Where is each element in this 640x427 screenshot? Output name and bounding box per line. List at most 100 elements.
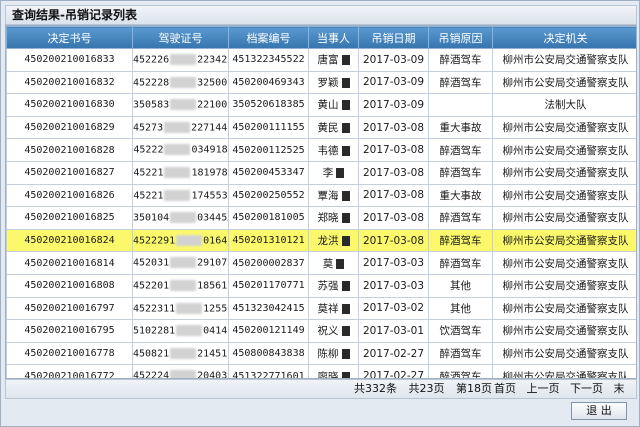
result-window: 查询结果-吊销记录列表 决定书号 驾驶证号 档案编号 当事人 吊销日期 吊销原因… bbox=[0, 0, 640, 427]
pager-info: 共332条 共23页 第18页 bbox=[354, 380, 500, 398]
date-cell: 2017-03-08 bbox=[358, 138, 429, 162]
revocation-grid: 决定书号 驾驶证号 档案编号 当事人 吊销日期 吊销原因 决定机关 450200… bbox=[5, 25, 637, 379]
license-suffix: 3250034 bbox=[197, 77, 228, 89]
license-suffix: 03445X bbox=[197, 212, 228, 224]
license-no-cell: 45273 2271440 bbox=[132, 115, 229, 140]
table-row[interactable]: 4502002100167955102281 041413450200121149… bbox=[6, 319, 636, 343]
party-cell: 覃海 bbox=[308, 183, 359, 208]
decision-no-cell: 450200210016833 bbox=[6, 48, 133, 72]
next-page-link[interactable]: 下一页 bbox=[570, 382, 603, 395]
redaction-blur bbox=[176, 234, 203, 246]
redaction-blur bbox=[170, 257, 197, 269]
date-cell: 2017-03-08 bbox=[358, 183, 429, 208]
license-no-cell: 450821 214515 bbox=[132, 341, 229, 366]
reason-cell: 重大事故 bbox=[428, 115, 493, 140]
column-header-decision-no[interactable]: 决定书号 bbox=[6, 26, 133, 49]
redaction-block bbox=[341, 303, 350, 314]
column-header-date[interactable]: 吊销日期 bbox=[358, 26, 429, 49]
table-row[interactable]: 4502002100167974522311 12556451323042415 莫… bbox=[6, 296, 636, 321]
license-suffix: 2271440 bbox=[191, 122, 228, 134]
reason-cell: 醉酒驾车 bbox=[428, 70, 493, 95]
table-row[interactable]: 450200210016772452224 204039451322771601 廖… bbox=[6, 364, 636, 379]
authority-cell: 柳州市公安局交通警察支队 bbox=[492, 206, 636, 230]
file-no-cell: 451323042415 bbox=[228, 296, 309, 321]
table-row[interactable]: 450200210016808452201 185611450201170771 苏… bbox=[6, 273, 636, 298]
redaction-block bbox=[341, 213, 350, 224]
license-suffix: 185611 bbox=[197, 280, 228, 292]
reason-cell: 重大事故 bbox=[428, 183, 493, 208]
file-no-cell: 450200112525 bbox=[228, 138, 309, 162]
redaction-block bbox=[336, 258, 345, 269]
authority-cell: 柳州市公安局交通警察支队 bbox=[492, 70, 636, 95]
file-no-cell: 450201170771 bbox=[228, 273, 309, 298]
license-prefix: 45222 bbox=[133, 144, 164, 156]
license-no-cell: 452224 204039 bbox=[132, 364, 229, 379]
date-cell: 2017-03-02 bbox=[358, 296, 429, 321]
license-suffix: 034918 bbox=[191, 144, 228, 156]
table-row[interactable]: 450200210016830350583 221003X350520618385… bbox=[6, 93, 636, 117]
column-header-file-no[interactable]: 档案编号 bbox=[228, 26, 309, 49]
reason-cell: 其他 bbox=[428, 273, 493, 298]
authority-cell: 柳州市公安局交通警察支队 bbox=[492, 296, 636, 321]
reason-cell: 醉酒驾车 bbox=[428, 341, 493, 366]
file-no-cell: 450201310121 bbox=[228, 228, 309, 253]
authority-cell: 柳州市公安局交通警察支队 bbox=[492, 48, 636, 72]
table-row[interactable]: 450200210016828 45222 034918 450200112525 韦德… bbox=[6, 138, 636, 162]
file-no-cell: 450200111155 bbox=[228, 115, 309, 140]
table-row[interactable]: 450200210016826 45221 174553 450200250552 覃海… bbox=[6, 183, 636, 208]
license-no-cell: 4522311 12556 bbox=[132, 296, 229, 321]
license-prefix: 350104 bbox=[133, 212, 170, 224]
redaction-block bbox=[341, 236, 350, 247]
table-row[interactable]: 4502002100168244522291 016414450201310121… bbox=[6, 228, 636, 253]
column-header-license-no[interactable]: 驾驶证号 bbox=[132, 26, 229, 49]
license-no-cell: 350104 03445X bbox=[132, 206, 229, 230]
redaction-blur bbox=[170, 212, 197, 224]
authority-cell: 柳州市公安局交通警察支队 bbox=[492, 341, 636, 366]
table-row[interactable]: 450200210016833452226 2234232451322345522… bbox=[6, 48, 636, 72]
decision-no-cell: 450200210016825 bbox=[6, 206, 133, 230]
party-cell: 莫 bbox=[308, 251, 359, 275]
table-row[interactable]: 450200210016814452031 291073450200002837 莫… bbox=[6, 251, 636, 275]
file-no-cell: 450200453347 bbox=[228, 160, 309, 185]
exit-button[interactable]: 退 出 bbox=[571, 402, 627, 420]
table-row[interactable]: 450200210016778450821 214515450800843838 陈… bbox=[6, 341, 636, 366]
date-cell: 2017-03-03 bbox=[358, 251, 429, 275]
decision-no-cell: 450200210016832 bbox=[6, 70, 133, 95]
license-no-cell: 452201 185611 bbox=[132, 273, 229, 298]
license-suffix: 174553 bbox=[191, 190, 228, 202]
table-row[interactable]: 450200210016825350104 03445X450200181005 郑… bbox=[6, 206, 636, 230]
column-header-reason[interactable]: 吊销原因 bbox=[428, 26, 493, 49]
party-cell: 韦德 bbox=[308, 138, 359, 162]
party-name: 郑晓 bbox=[317, 212, 339, 225]
prev-page-link[interactable]: 上一页 bbox=[527, 382, 560, 395]
license-prefix: 452226 bbox=[133, 54, 170, 66]
license-prefix: 4522311 bbox=[133, 303, 176, 315]
license-suffix: 291073 bbox=[197, 257, 228, 269]
date-cell: 2017-03-08 bbox=[358, 160, 429, 185]
party-name: 罗颖 bbox=[317, 76, 339, 89]
column-header-party[interactable]: 当事人 bbox=[308, 26, 359, 49]
license-prefix: 45273 bbox=[133, 122, 164, 134]
redaction-block bbox=[341, 100, 350, 111]
date-cell: 2017-02-27 bbox=[358, 364, 429, 378]
column-header-authority[interactable]: 决定机关 bbox=[492, 26, 636, 49]
date-cell: 2017-03-03 bbox=[358, 273, 429, 298]
date-cell: 2017-03-09 bbox=[358, 93, 429, 117]
license-prefix: 4522291 bbox=[133, 235, 176, 247]
decision-no-cell: 450200210016797 bbox=[6, 296, 133, 321]
date-cell: 2017-03-09 bbox=[358, 70, 429, 95]
reason-cell: 醉酒驾车 bbox=[428, 138, 493, 162]
license-prefix: 350583 bbox=[133, 99, 170, 111]
license-suffix: 204039 bbox=[197, 370, 228, 379]
party-cell: 黄山 bbox=[308, 93, 359, 117]
party-cell: 唐富 bbox=[308, 48, 359, 72]
redaction-blur bbox=[170, 54, 197, 66]
first-page-link[interactable]: 首页 bbox=[494, 382, 516, 395]
table-row[interactable]: 450200210016827 45221 181978 450200453347 李 2… bbox=[6, 160, 636, 185]
redaction-blur bbox=[176, 302, 203, 314]
license-suffix: 12556 bbox=[203, 303, 228, 315]
license-prefix: 45221 bbox=[133, 190, 164, 202]
table-row[interactable]: 45020021001682945273 2271440450200111155 黄… bbox=[6, 115, 636, 140]
table-row[interactable]: 450200210016832452228 3250034450200469343… bbox=[6, 70, 636, 95]
party-name: 莫 bbox=[322, 257, 334, 270]
